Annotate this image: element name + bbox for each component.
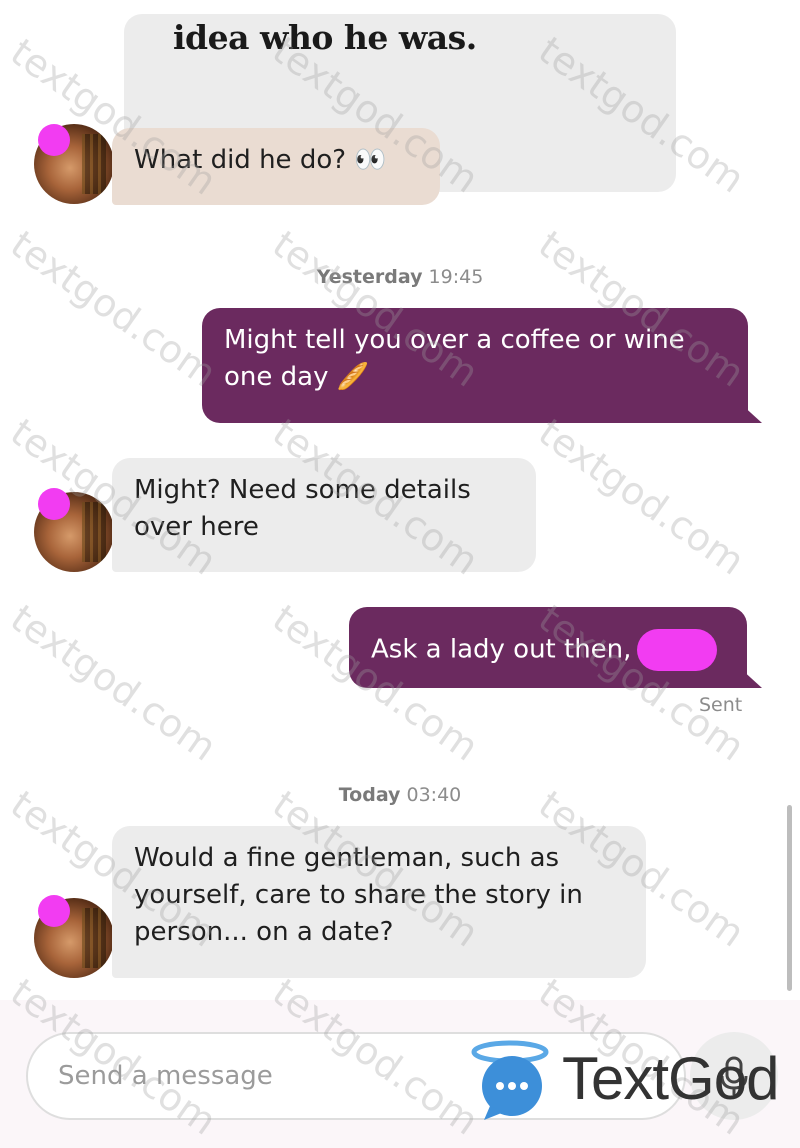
logo-text: TextGod [562, 1045, 779, 1112]
name-redaction [637, 629, 718, 671]
avatar-redaction [38, 488, 70, 520]
message-text: Ask a lady out then, [371, 634, 632, 665]
shared-content-text: idea who he was. [173, 18, 477, 57]
message-text: Would a fine gentleman, such as yourself… [134, 843, 583, 947]
message-text: What did he do? 👀 [134, 145, 387, 175]
chat-bubble-halo-icon [471, 1040, 549, 1120]
timestamp-time: 19:45 [428, 266, 484, 288]
message-bubble-incoming[interactable]: Would a fine gentleman, such as yourself… [112, 826, 646, 978]
message-bubble-outgoing[interactable]: Might tell you over a coffee or wine one… [202, 308, 748, 423]
timestamp-day: Yesterday [316, 266, 423, 288]
message-bubble-incoming[interactable]: Might? Need some details over here [112, 458, 536, 572]
timestamp-divider: Today 03:40 [0, 784, 800, 806]
scrollbar[interactable] [787, 805, 792, 991]
delivery-status: Sent [699, 694, 743, 716]
message-text: Might? Need some details over here [134, 475, 471, 542]
avatar-redaction [38, 124, 70, 156]
message-text: Might tell you over a coffee or wine one… [224, 325, 685, 392]
timestamp-day: Today [338, 784, 401, 806]
avatar-redaction [38, 895, 70, 927]
bubble-tail [740, 403, 762, 423]
timestamp-time: 03:40 [406, 784, 462, 806]
bubble-tail [740, 668, 762, 688]
textgod-logo: TextGod [470, 1040, 779, 1120]
timestamp-divider: Yesterday 19:45 [0, 266, 800, 288]
message-bubble-outgoing[interactable]: Ask a lady out then, [349, 607, 747, 688]
chat-thread: idea who he was. What did he do? 👀 Yeste… [0, 0, 800, 1148]
message-bubble-incoming[interactable]: What did he do? 👀 [112, 128, 440, 205]
